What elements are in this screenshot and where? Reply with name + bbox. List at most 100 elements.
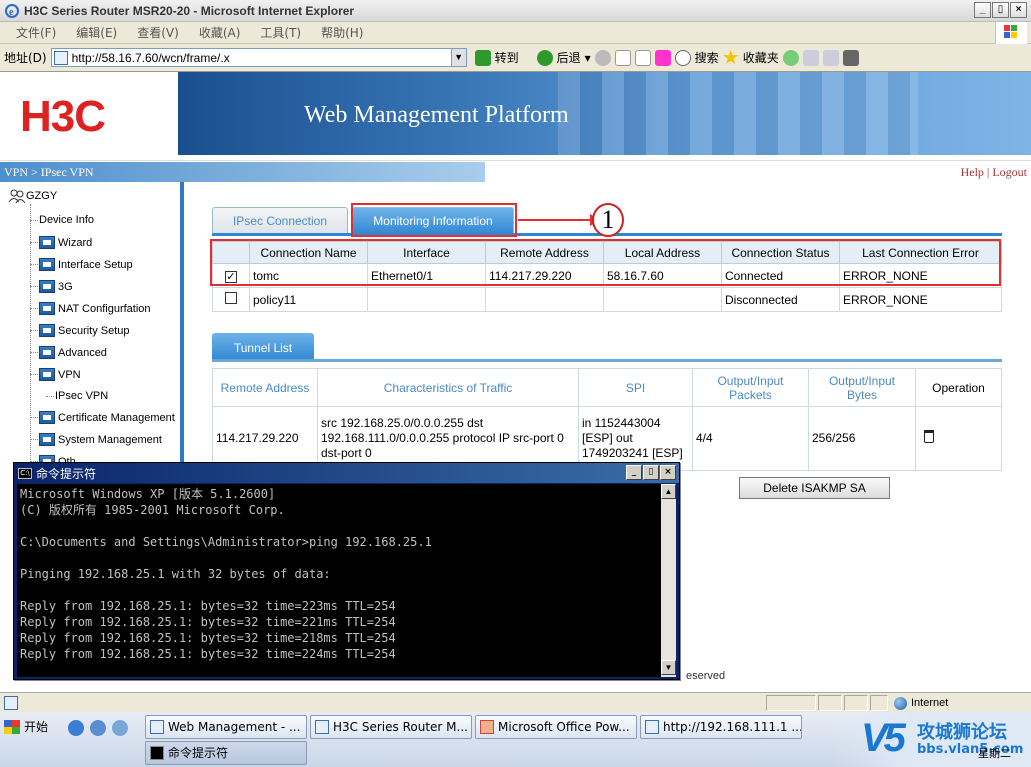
folder-icon [39,411,55,424]
menu-edit[interactable]: 编辑(E) [66,24,127,41]
cmd-scrollbar[interactable]: ▲ ▼ [661,484,676,677]
cmd-output[interactable]: Microsoft Windows XP [版本 5.1.2600] (C) 版权… [17,484,662,677]
delete-isakmp-sa-button[interactable]: Delete ISAKMP SA [739,477,890,499]
cmd-line [20,582,659,598]
search-icon[interactable] [674,49,691,66]
menu-view[interactable]: 查看(V) [127,24,189,41]
delete-trash-icon[interactable] [924,430,934,443]
cmd-title-bar[interactable]: C:\ 命令提示符 _ ▯ × [14,463,679,483]
cmd-minimize-button[interactable]: _ [626,465,642,480]
taskbar-cmd[interactable]: 命令提示符 [145,741,307,765]
url-dropdown-icon[interactable]: ▼ [450,49,466,66]
cell-interface [367,287,486,312]
cell-status: Disconnected [721,287,840,312]
taskbar-label: http://192.168.111.1 ... [663,720,802,734]
url-input[interactable]: http://58.16.7.60/wcn/frame/.x ▼ [50,48,467,67]
home-icon[interactable] [654,49,671,66]
row-checkbox[interactable] [225,292,237,304]
menu-favorites[interactable]: 收藏(A) [189,24,251,41]
h3c-banner: H3C Web Management Platform [0,72,1031,155]
windows-flag-icon [995,22,1027,44]
sidebar-item-ipsec-vpn[interactable]: IPsec VPN [46,390,108,402]
go-arrow-icon[interactable] [474,49,491,66]
watermark-title: 攻城狮论坛 [917,722,1007,743]
quicklaunch-desktop-icon[interactable] [90,720,106,736]
quicklaunch-ie-icon[interactable] [68,720,84,736]
sidebar-item-label: Certificate Management [58,411,175,424]
taskbar-office-powerpoint[interactable]: Microsoft Office Pow... [475,715,637,739]
print-icon[interactable] [822,49,839,66]
folder-icon [39,258,55,271]
help-logout-links[interactable]: Help | Logout [961,165,1027,180]
back-button[interactable]: 后退 [557,49,581,66]
history-icon[interactable] [782,49,799,66]
cmd-maximize-button[interactable]: ▯ [643,465,659,480]
sidebar-item-advanced[interactable]: Advanced [30,346,107,359]
banner-title: Web Management Platform [304,102,569,128]
taskbar-web-management[interactable]: Web Management - ... [145,715,307,739]
menu-help[interactable]: 帮助(H) [311,24,373,41]
forward-icon[interactable] [594,49,611,66]
sidebar-item-nat-configurfation[interactable]: NAT Configurfation [30,302,151,315]
sidebar-item-certificate-management[interactable]: Certificate Management [30,411,175,424]
scroll-up-icon[interactable]: ▲ [661,484,676,499]
cmd-close-button[interactable]: × [660,465,676,480]
tunnel-row: 114.217.29.220 src 192.168.25.0/0.0.0.25… [212,406,1002,471]
sidebar-item-3g[interactable]: 3G [30,280,73,293]
back-icon[interactable] [536,49,553,66]
close-button[interactable]: × [1010,2,1027,18]
mail-icon[interactable] [802,49,819,66]
taskbar-http-192[interactable]: http://192.168.111.1 ... [640,715,802,739]
table-row: policy11 Disconnected ERROR_NONE [212,287,1002,312]
col-spi: SPI [578,368,693,407]
cmd-line: C:\Documents and Settings\Administrator>… [20,535,432,549]
edit-icon[interactable] [842,49,859,66]
sidebar-root-label: GZGY [26,190,58,202]
cell-error: ERROR_NONE [839,287,1002,312]
page-icon [53,50,68,65]
sidebar-item-wizard[interactable]: Wizard [30,236,92,249]
search-button[interactable]: 搜索 [695,49,719,66]
tab-ipsec-connection[interactable]: IPsec Connection [212,207,348,235]
breadcrumb: VPN > IPsec VPN [0,162,485,182]
sidebar-item-device-info[interactable]: Device Info [30,214,94,226]
windows-start-icon [4,720,20,734]
sidebar-item-label: Advanced [58,346,107,359]
highlight-box-tab [351,203,517,237]
sidebar-item-system-management[interactable]: System Management [30,433,162,446]
callout-arrow [518,219,596,221]
minimize-button[interactable]: _ [974,2,991,18]
sidebar-item-security-setup[interactable]: Security Setup [30,324,130,337]
back-dropdown-icon[interactable]: ▾ [585,51,591,65]
go-button[interactable]: 转到 [495,49,519,66]
sidebar-item-vpn[interactable]: VPN [30,368,81,381]
sidebar-item-interface-setup[interactable]: Interface Setup [30,258,133,271]
sidebar-item-label: Interface Setup [58,258,133,271]
cmd-line [20,518,659,534]
menu-tools[interactable]: 工具(T) [250,24,311,41]
refresh-icon[interactable] [634,49,651,66]
cmd-line: Reply from 192.168.25.1: bytes=32 time=2… [20,599,396,613]
banner-image: Web Management Platform [178,72,1031,155]
sidebar-item-label: System Management [58,433,162,446]
scroll-down-icon[interactable]: ▼ [661,660,676,675]
menu-file[interactable]: 文件(F) [6,24,66,41]
ie-logo-icon: e [4,3,20,19]
taskbar-h3c-router[interactable]: H3C Series Router M... [310,715,472,739]
cmd-icon: C:\ [18,467,32,479]
highlight-box-connection [210,239,1001,286]
favorites-button[interactable]: 收藏夹 [743,49,779,66]
sidebar-root[interactable]: GZGY [8,188,57,204]
col-bytes: Output/Input Bytes [808,368,916,407]
sidebar-item-label: 3G [58,280,73,293]
quicklaunch-media-icon[interactable] [112,720,128,736]
restore-button[interactable]: ▯ [992,2,1009,18]
col-operation: Operation [915,368,1002,407]
cmd-window: C:\ 命令提示符 _ ▯ × Microsoft Windows XP [版本… [13,462,680,680]
cmd-line [20,550,659,566]
cmd-line: Reply from 192.168.25.1: bytes=32 time=2… [20,631,396,645]
tab-tunnel-list[interactable]: Tunnel List [212,333,314,361]
stop-icon[interactable] [614,49,631,66]
start-button[interactable]: 开始 [2,715,54,739]
favorites-star-icon[interactable] [723,49,739,65]
